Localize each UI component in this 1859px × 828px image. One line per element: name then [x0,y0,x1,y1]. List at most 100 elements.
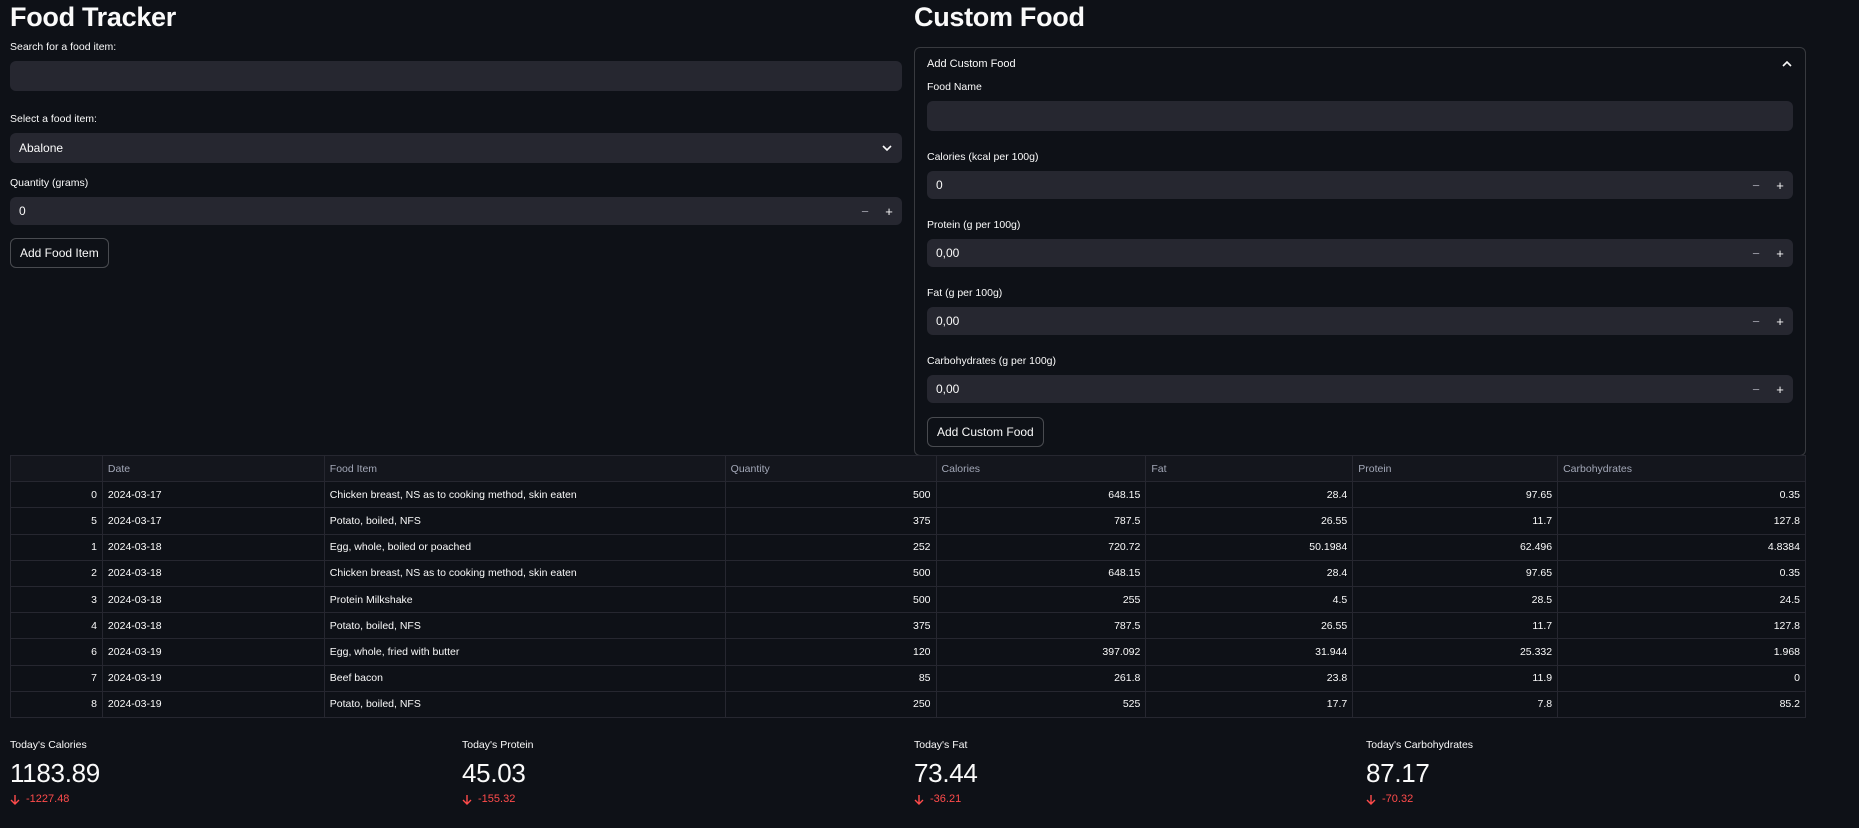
carbohydrates-cell: 85.2 [1557,690,1806,718]
row-index: 6 [10,638,103,666]
table-row[interactable]: 1 2024-03-18 Egg, whole, boiled or poach… [10,533,1806,561]
food-name-label: Food Name [927,81,982,93]
metric-value: 73.44 [914,758,978,788]
carbohydrates-cell: 0 [1557,664,1806,692]
table-row[interactable]: 5 2024-03-17 Potato, boiled, NFS 375 787… [10,507,1806,535]
food-select-value: Abalone [19,141,64,155]
carbohydrates-cell: 24.5 [1557,585,1806,614]
minus-icon[interactable]: − [858,204,872,219]
quantity-cell: 252 [724,533,937,561]
calories-label: Calories (kcal per 100g) [927,151,1039,163]
minus-icon[interactable]: − [1749,178,1763,193]
chevron-up-icon [1782,60,1792,67]
date-cell: 2024-03-17 [101,481,325,509]
date-cell: 2024-03-18 [101,559,325,587]
quantity-cell: 375 [724,507,937,535]
table-row[interactable]: 0 2024-03-17 Chicken breast, NS as to co… [10,481,1806,509]
row-index: 5 [10,507,103,535]
protein-cell: 11.7 [1352,507,1559,535]
table-row[interactable]: 2 2024-03-18 Chicken breast, NS as to co… [10,559,1806,587]
metric-value: 87.17 [1366,758,1430,788]
fat-label: Fat (g per 100g) [927,287,1003,299]
table-row[interactable]: 3 2024-03-18 Protein Milkshake 500 255 4… [10,585,1806,614]
protein-stepper[interactable]: 0,00 − + [927,239,1793,267]
table-header-row: Date Food Item Quantity Calories Fat Pro… [10,454,1806,483]
calories-value: 0 [936,178,943,192]
food-item-cell: Egg, whole, fried with butter [323,638,726,666]
custom-food-title: Custom Food [914,2,1085,32]
column-header[interactable]: Food Item [323,454,726,483]
chevron-down-icon [882,145,892,152]
carbohydrates-cell: 4.8384 [1557,533,1806,561]
protein-cell: 7.8 [1352,690,1559,718]
search-label: Search for a food item: [10,41,117,53]
quantity-cell: 120 [724,638,937,666]
add-custom-food-button[interactable]: Add Custom Food [927,417,1044,447]
carbohydrates-cell: 127.8 [1557,507,1806,535]
fat-cell: 26.55 [1145,507,1354,535]
protein-cell: 11.9 [1352,664,1559,692]
column-header[interactable]: Calories [935,454,1147,483]
metric-label: Today's Fat [914,739,968,751]
calories-cell: 787.5 [935,507,1147,535]
fat-value: 0,00 [936,314,960,328]
column-header[interactable]: Protein [1352,454,1559,483]
date-cell: 2024-03-18 [101,585,325,614]
calories-cell: 648.15 [935,481,1147,509]
metric-delta: -1227.48 [10,793,100,805]
column-header[interactable]: Fat [1145,454,1354,483]
metric-delta: -36.21 [914,793,978,805]
table-row[interactable]: 7 2024-03-19 Beef bacon 85 261.8 23.8 11… [10,664,1806,692]
minus-icon[interactable]: − [1749,382,1763,397]
select-label: Select a food item: [10,113,97,125]
page-title: Food Tracker [10,2,176,32]
metric-fat: Today's Fat 73.44 -36.21 [914,739,978,805]
search-input[interactable] [10,61,902,91]
minus-icon[interactable]: − [1749,246,1763,261]
plus-icon[interactable]: + [1773,314,1787,329]
quantity-cell: 500 [724,559,937,587]
calories-cell: 397.092 [935,638,1147,666]
metric-label: Today's Protein [462,739,534,751]
minus-icon[interactable]: − [1749,314,1763,329]
row-index: 0 [10,481,103,509]
table-row[interactable]: 6 2024-03-19 Egg, whole, fried with butt… [10,638,1806,666]
column-header[interactable]: Carbohydrates [1557,454,1806,483]
arrow-down-icon [914,794,924,805]
column-header[interactable]: Quantity [724,454,937,483]
food-name-input[interactable] [927,101,1793,131]
custom-food-expander: Add Custom Food Food Name Calories (kcal… [914,47,1806,456]
food-item-cell: Potato, boiled, NFS [323,507,726,535]
expander-header[interactable]: Add Custom Food [927,48,1793,80]
metric-calories: Today's Calories 1183.89 -1227.48 [10,739,100,805]
calories-stepper[interactable]: 0 − + [927,171,1793,199]
quantity-cell: 500 [724,481,937,509]
food-select[interactable]: Abalone [10,133,902,163]
protein-label: Protein (g per 100g) [927,219,1021,231]
calories-cell: 648.15 [935,559,1147,587]
fat-cell: 4.5 [1145,585,1354,614]
table-row[interactable]: 4 2024-03-18 Potato, boiled, NFS 375 787… [10,612,1806,640]
metric-carbohydrates: Today's Carbohydrates 87.17 -70.32 [1366,739,1473,805]
plus-icon[interactable]: + [1773,178,1787,193]
plus-icon[interactable]: + [1773,246,1787,261]
arrow-down-icon [1366,794,1376,805]
plus-icon[interactable]: + [1773,382,1787,397]
quantity-cell: 500 [724,585,937,614]
metric-delta: -70.32 [1366,793,1473,805]
add-food-item-button[interactable]: Add Food Item [10,238,109,268]
column-header[interactable]: Date [101,454,325,483]
arrow-down-icon [462,794,472,805]
quantity-stepper[interactable]: 0 − + [10,197,902,225]
plus-icon[interactable]: + [882,204,896,219]
fat-cell: 31.944 [1145,638,1354,666]
fat-cell: 28.4 [1145,481,1354,509]
date-cell: 2024-03-17 [101,507,325,535]
fat-stepper[interactable]: 0,00 − + [927,307,1793,335]
metric-delta-value: -70.32 [1382,793,1414,805]
calories-cell: 787.5 [935,612,1147,640]
column-header[interactable] [10,454,103,483]
fat-cell: 50.1984 [1145,533,1354,561]
table-row[interactable]: 8 2024-03-19 Potato, boiled, NFS 250 525… [10,690,1806,718]
carbs-stepper[interactable]: 0,00 − + [927,375,1793,403]
